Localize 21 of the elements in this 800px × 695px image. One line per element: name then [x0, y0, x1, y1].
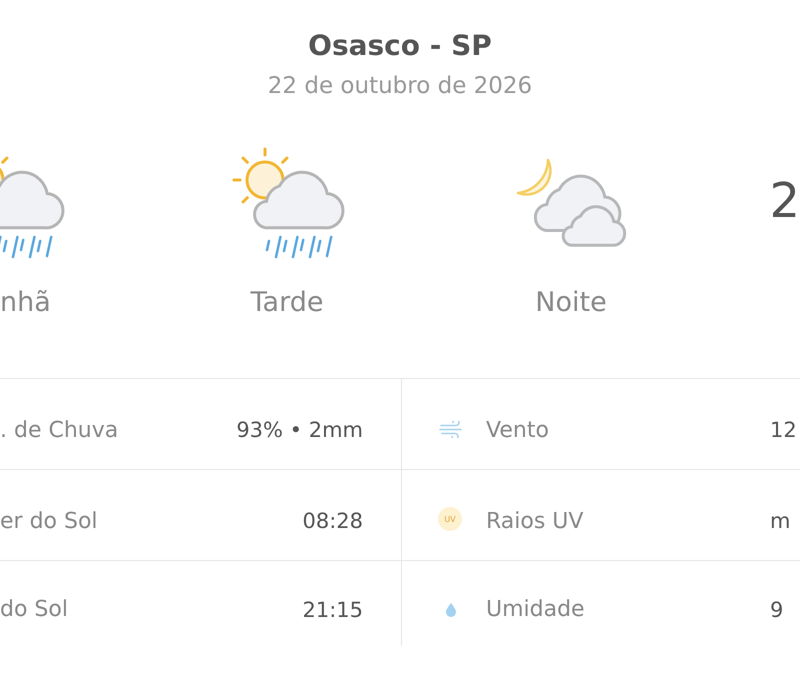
detail-value: 9 [770, 598, 784, 622]
detail-label: Raios UV [486, 508, 584, 534]
water-drop-icon [446, 602, 456, 616]
wind-icon [438, 420, 464, 438]
detail-label: er do Sol [0, 508, 99, 534]
period-label: Noite [535, 287, 607, 319]
detail-value: 08:28 [302, 509, 363, 533]
detail-value: 93% • 2mm [236, 418, 363, 442]
detail-label: do Sol [0, 597, 69, 622]
city-title: Osasco - SP [308, 29, 492, 63]
detail-value: 21:15 [302, 598, 363, 622]
period-label: nhã [0, 287, 51, 319]
date-text: 22 de outubro de 2026 [268, 72, 532, 100]
detail-value: m [770, 509, 792, 533]
temperature-text: 2 [769, 173, 800, 229]
detail-label: . de Chuva [0, 418, 120, 442]
detail-value: 12 [770, 418, 798, 442]
period-label: Tarde [250, 287, 324, 319]
uv-icon: UV [438, 507, 462, 531]
detail-label: Umidade [486, 597, 586, 622]
detail-label: Vento [486, 418, 550, 442]
